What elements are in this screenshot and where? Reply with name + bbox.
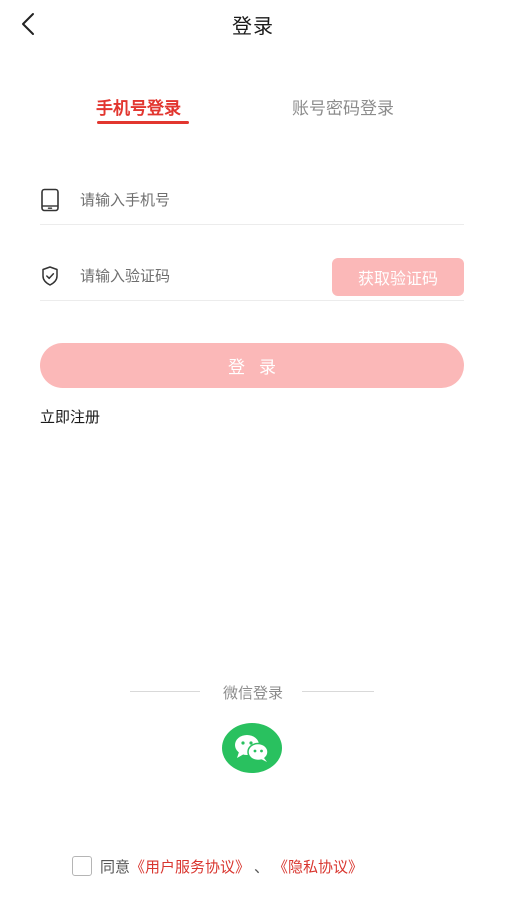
phone-icon: [40, 188, 60, 212]
agree-prefix: 同意: [100, 857, 131, 876]
user-agreement-link[interactable]: 《用户服务协议》: [130, 856, 250, 877]
agreement-separator: 、: [254, 857, 270, 876]
page-title: 登录: [232, 14, 274, 38]
wechat-login-label: 微信登录: [222, 684, 283, 702]
login-button[interactable]: 登录: [40, 343, 464, 388]
wechat-login-divider: 微信登录: [0, 680, 506, 704]
shield-check-icon: [40, 264, 60, 288]
tab-account-password-login[interactable]: 账号密码登录: [292, 94, 394, 119]
phone-input[interactable]: [80, 186, 340, 214]
register-link[interactable]: 立即注册: [40, 406, 100, 427]
privacy-policy-link[interactable]: 《隐私协议》: [273, 856, 363, 877]
agreement-row: 同意 《用户服务协议》 、 《隐私协议》: [72, 854, 363, 878]
header-bar: 登录: [0, 0, 506, 48]
code-field-row: 获取验证码: [40, 252, 464, 301]
phone-field-row: [40, 176, 464, 225]
verification-code-input[interactable]: [80, 262, 340, 290]
active-tab-indicator: [97, 121, 189, 124]
divider-line-right: [302, 691, 374, 692]
login-tabs: 手机号登录 账号密码登录: [0, 94, 506, 130]
wechat-login-button[interactable]: [222, 723, 282, 773]
agree-checkbox[interactable]: [72, 856, 92, 876]
wechat-icon: [235, 735, 269, 762]
tab-phone-login[interactable]: 手机号登录: [96, 94, 181, 119]
get-verification-code-button[interactable]: 获取验证码: [332, 258, 464, 296]
